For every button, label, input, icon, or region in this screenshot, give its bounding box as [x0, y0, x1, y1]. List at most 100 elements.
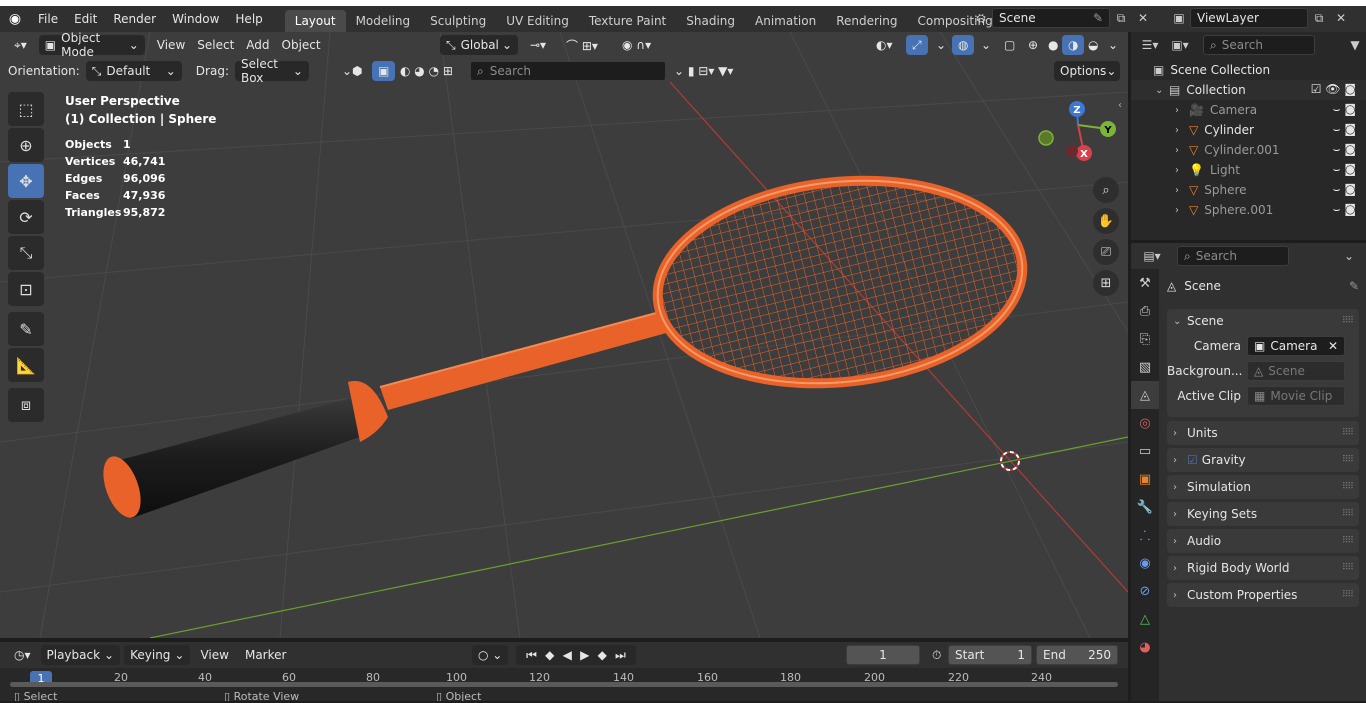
editor-type-icon[interactable]: ⌖▾ — [8, 35, 33, 55]
new-view-layer-icon[interactable]: ⧉ — [1308, 8, 1330, 28]
play-icon[interactable]: ▶ — [580, 648, 589, 662]
menu-add[interactable]: Add — [240, 35, 275, 55]
navigation-gizmo[interactable]: Z Y X — [1038, 101, 1116, 161]
visibility-icons[interactable]: ⌣ ◙ — [1333, 202, 1356, 217]
gizmo-dropdown-icon[interactable]: ⌄ — [930, 35, 952, 55]
modifier-tab-icon[interactable]: 🔧 — [1131, 493, 1159, 521]
auto-keying-icon[interactable]: ○ ⌄ — [472, 645, 509, 665]
visibility-icons[interactable]: ⌣ ◙ — [1333, 142, 1356, 157]
jump-end-icon[interactable]: ⏭ — [615, 648, 626, 663]
timeline-scrollbar[interactable] — [10, 682, 1118, 687]
view-layer-icon[interactable]: ▣ — [1168, 8, 1190, 28]
menu-select[interactable]: Select — [191, 35, 240, 55]
racket-model[interactable] — [96, 163, 1032, 522]
outliner-item[interactable]: › ▽ Cylinder ⌣ ◙ — [1131, 120, 1366, 140]
next-keyframe-icon[interactable]: ◆ — [598, 648, 607, 662]
panel-header[interactable]: › Audio ⠿⠿ — [1167, 529, 1359, 553]
sidebar-toggle-icon[interactable]: ‹ — [1118, 100, 1122, 111]
scene-selector-icon[interactable]: ⛭ — [970, 8, 992, 28]
camera-view-icon[interactable]: ⎚ — [1093, 239, 1119, 265]
outliner-item[interactable]: › 💡 Light ⌣ ◙ — [1131, 160, 1366, 180]
drag-grip-icon[interactable]: ⠿⠿ — [1342, 455, 1354, 465]
add-cube-tool[interactable]: ⧈ — [8, 388, 44, 422]
options-dropdown-icon[interactable]: ⌄ — [1338, 246, 1360, 266]
physics-tab-icon[interactable]: ◉ — [1131, 549, 1159, 577]
visibility-icons[interactable]: ⌣ ◙ — [1333, 102, 1356, 117]
outliner-item[interactable]: › ▽ Sphere.001 ⌣ ◙ — [1131, 200, 1366, 220]
delete-scene-icon[interactable]: ✕ — [1132, 8, 1154, 28]
tab-animation[interactable]: Animation — [745, 10, 826, 32]
tab-layout[interactable]: Layout — [284, 10, 346, 32]
visibility-icons[interactable]: ⌣ ◙ — [1333, 162, 1356, 177]
new-scene-icon[interactable]: ⧉ — [1110, 8, 1132, 28]
mode-selector[interactable]: ▣ Object Mode ⌄ — [38, 32, 145, 59]
timeline-ruler[interactable]: 1 20 40 60 80 100 120 140 160 180 200 22… — [0, 668, 1128, 701]
constraints-tab-icon[interactable]: ⊘ — [1131, 577, 1159, 605]
gravity-checkbox[interactable]: ☑ — [1187, 453, 1198, 467]
outliner-item[interactable]: › 🎥 Camera ⌣ ◙ — [1131, 100, 1366, 120]
wireframe-shading-icon[interactable]: ⊕ — [1022, 35, 1044, 55]
start-frame-field[interactable]: Start 1 — [948, 645, 1032, 665]
display-mode-icon[interactable]: ▣▾ — [1169, 35, 1191, 55]
keying-menu[interactable]: Keying ⌄ — [124, 645, 191, 665]
tab-uv-editing[interactable]: UV Editing — [496, 10, 579, 32]
collection-visibility-icons[interactable]: ☑ 👁 ◙ — [1311, 82, 1356, 96]
tab-rendering[interactable]: Rendering — [826, 10, 907, 32]
panel-header[interactable]: › Simulation ⠿⠿ — [1167, 475, 1359, 499]
menu-view[interactable]: View — [151, 35, 191, 55]
panel-units[interactable]: › Units ⠿⠿ — [1167, 421, 1359, 445]
pin-icon[interactable]: ✎ — [1349, 279, 1359, 293]
collection-tab-icon[interactable]: ▭ — [1131, 437, 1159, 465]
tab-shading[interactable]: Shading — [676, 10, 745, 32]
zoom-icon[interactable]: ⌕ — [1093, 177, 1119, 203]
tool-search-input[interactable]: ⌕ Search — [470, 61, 666, 81]
outliner-item[interactable]: › ▽ Cylinder.001 ⌣ ◙ — [1131, 140, 1366, 160]
object-tab-icon[interactable]: ▣ — [1131, 465, 1159, 493]
jump-start-icon[interactable]: ⏮ — [526, 648, 537, 663]
panel-gravity[interactable]: › ☑ Gravity ⠿⠿ — [1167, 448, 1359, 472]
delete-view-layer-icon[interactable]: ✕ — [1330, 8, 1352, 28]
pan-hand-icon[interactable]: ✋ — [1093, 208, 1119, 234]
panel-rigid-body-world[interactable]: › Rigid Body World ⠿⠿ — [1167, 556, 1359, 580]
scene-tab-icon[interactable]: ◬ — [1131, 381, 1159, 409]
menu-file[interactable]: File — [30, 6, 66, 32]
3d-viewport[interactable]: Z Y X ⌖▾ ▣ Object Mode ⌄ View Select Add… — [0, 32, 1128, 638]
select-box-tool[interactable]: ⬚ — [8, 92, 44, 126]
visibility-icons[interactable]: ⌣ ◙ — [1333, 182, 1356, 197]
clear-icon[interactable]: ✕ — [1328, 339, 1338, 353]
select-mode-new-icon[interactable]: ▣ — [372, 61, 396, 81]
annotate-tool[interactable]: ✎ — [8, 312, 44, 346]
rotate-tool[interactable]: ⟳ — [8, 200, 44, 234]
material-tab-icon[interactable]: ◕ — [1131, 633, 1159, 661]
world-tab-icon[interactable]: ◎ — [1131, 409, 1159, 437]
chevron-right-icon[interactable]: › — [1175, 185, 1189, 196]
panel-header[interactable]: › Rigid Body World ⠿⠿ — [1167, 556, 1359, 580]
menu-edit[interactable]: Edit — [66, 6, 105, 32]
transform-tool[interactable]: ⊡ — [8, 272, 44, 306]
drag-grip-icon[interactable]: ⠿⠿ — [1342, 563, 1354, 573]
overlay-dropdown-icon[interactable]: ⌄ — [975, 35, 997, 55]
chevron-right-icon[interactable]: › — [1175, 165, 1189, 176]
outliner-search-input[interactable]: ⌕ Search — [1203, 35, 1315, 55]
stopwatch-icon[interactable]: ⏱ — [926, 645, 947, 665]
measure-tool[interactable]: 📐 — [8, 348, 44, 382]
panel-keying-sets[interactable]: › Keying Sets ⠿⠿ — [1167, 502, 1359, 526]
tab-texture-paint[interactable]: Texture Paint — [579, 10, 676, 32]
visibility-icons[interactable]: ⌣ ◙ — [1333, 122, 1356, 137]
data-tab-icon[interactable]: △ — [1131, 605, 1159, 633]
render-tab-icon[interactable]: ⎙ — [1131, 297, 1159, 325]
move-tool[interactable]: ✥ — [8, 164, 44, 198]
panel-custom-properties[interactable]: › Custom Properties ⠿⠿ — [1167, 583, 1359, 607]
camera-field[interactable]: ▣ Camera ✕ — [1247, 335, 1345, 356]
chevron-right-icon[interactable]: › — [1175, 145, 1189, 156]
xray-icon[interactable]: ▢ — [998, 35, 1021, 55]
drag-grip-icon[interactable]: ⠿⠿ — [1342, 316, 1354, 326]
panel-header[interactable]: › ☑ Gravity ⠿⠿ — [1167, 448, 1359, 472]
menu-help[interactable]: Help — [227, 6, 270, 32]
pivot-icon[interactable]: ⊸▾ — [524, 35, 552, 55]
options-dropdown[interactable]: Options ⌄ — [1054, 61, 1120, 81]
properties-search-input[interactable]: ⌕ Search — [1177, 246, 1289, 266]
overlay-toggle-icon[interactable]: ◍ — [952, 35, 975, 55]
output-tab-icon[interactable]: ⎘ — [1131, 325, 1159, 353]
perspective-grid-icon[interactable]: ⊞ — [1093, 270, 1119, 296]
